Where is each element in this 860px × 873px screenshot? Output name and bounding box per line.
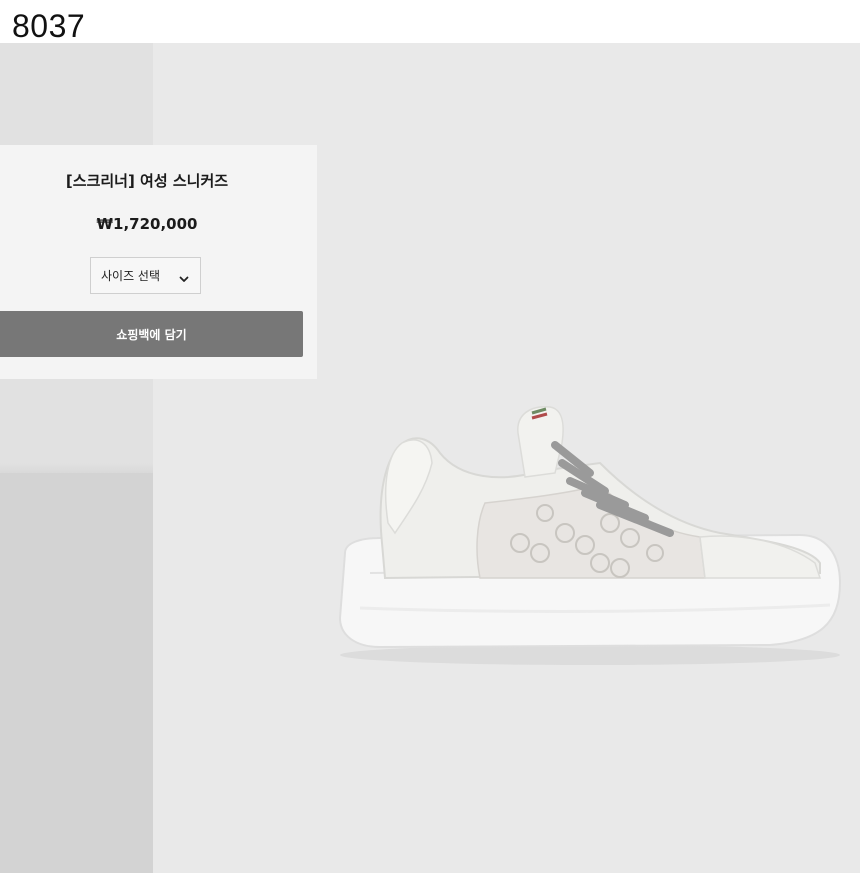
- product-title: [스크리너] 여성 스니커즈: [65, 172, 229, 190]
- product-stage: [스크리너] 여성 스니커즈 ₩1,720,000 사이즈 선택 쇼핑백에 담기: [0, 43, 860, 873]
- add-to-bag-button[interactable]: 쇼핑백에 담기: [0, 311, 303, 357]
- background-shelf: [0, 473, 153, 873]
- chevron-down-icon: [178, 270, 190, 282]
- product-price: ₩1,720,000: [96, 215, 198, 233]
- size-select-label: 사이즈 선택: [101, 269, 161, 283]
- product-info-card: [스크리너] 여성 스니커즈 ₩1,720,000 사이즈 선택 쇼핑백에 담기: [0, 145, 317, 379]
- size-select[interactable]: 사이즈 선택: [90, 257, 201, 294]
- sneaker-image: [338, 406, 842, 665]
- page-label: 8037: [12, 8, 86, 44]
